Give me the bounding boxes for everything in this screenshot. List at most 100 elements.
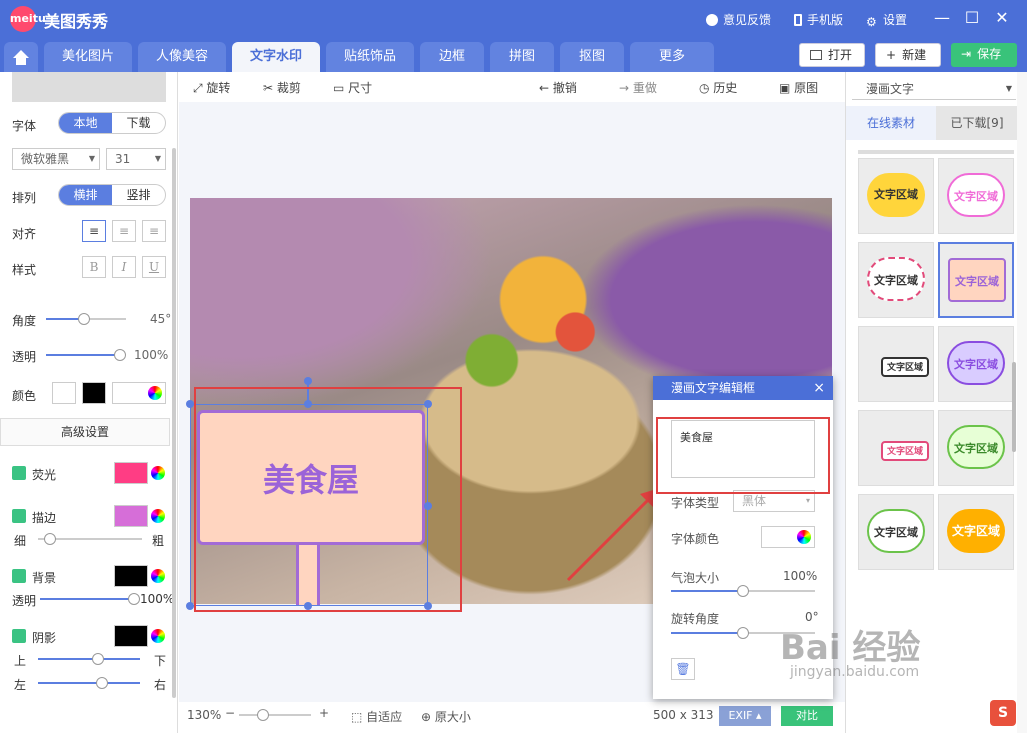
comic-bubble-thumb[interactable]: 文字区域	[858, 242, 934, 318]
settings-link[interactable]: ⚙ 设置	[866, 11, 907, 29]
home-tab[interactable]	[4, 42, 38, 72]
tab-portrait[interactable]: 人像美容	[138, 42, 226, 72]
advanced-settings-button[interactable]: 高级设置	[0, 418, 170, 446]
tab-downloaded[interactable]: 已下载[9]	[936, 106, 1018, 140]
zoom-slider[interactable]	[239, 709, 311, 721]
crop-button[interactable]: ✂ 裁剪	[263, 79, 301, 96]
history-button[interactable]: ◷ 历史	[699, 79, 737, 96]
left-panel-scrollbar[interactable]	[172, 148, 176, 698]
new-button[interactable]: + 新建	[875, 43, 941, 67]
category-select[interactable]: 漫画文字 ▼	[852, 78, 1016, 100]
minimize-icon[interactable]: —	[927, 8, 957, 27]
arrange-vertical-tab[interactable]: 竖排	[112, 185, 165, 205]
tab-stickers[interactable]: 贴纸饰品	[326, 42, 414, 72]
open-button[interactable]: 打开	[799, 43, 865, 67]
background-color-swatch[interactable]	[114, 565, 148, 587]
color-wheel-icon[interactable]	[151, 509, 165, 523]
rotate-handle[interactable]	[304, 377, 312, 385]
align-left-icon[interactable]: ≡	[82, 220, 106, 242]
trash-icon[interactable]: 🗑	[671, 658, 695, 680]
color-wheel-icon[interactable]	[151, 629, 165, 643]
comic-bubble-thumb[interactable]: 文字区域	[858, 326, 934, 402]
color-wheel-icon[interactable]	[151, 569, 165, 583]
save-button[interactable]: ⇥ 保存	[951, 43, 1017, 67]
zoom-knob[interactable]	[257, 709, 269, 721]
shadow-checkbox[interactable]	[12, 629, 26, 643]
underline-icon[interactable]: U	[142, 256, 166, 278]
tab-border[interactable]: 边框	[420, 42, 484, 72]
shadow-horizontal-slider[interactable]	[38, 677, 140, 689]
stroke-color-swatch[interactable]	[114, 505, 148, 527]
comic-bubble-thumb[interactable]: 文字区域	[938, 326, 1014, 402]
angle-slider-knob[interactable]	[77, 313, 90, 325]
resize-handle[interactable]	[186, 602, 194, 610]
zoom-out-icon[interactable]: −	[225, 706, 235, 720]
redo-button[interactable]: → 重做	[619, 79, 657, 96]
stroke-width-slider[interactable]	[38, 533, 142, 545]
arrange-horizontal-tab[interactable]: 横排	[59, 185, 112, 205]
glow-checkbox[interactable]	[12, 466, 26, 480]
shadow-vertical-slider[interactable]	[38, 653, 140, 665]
shadow-horizontal-knob[interactable]	[96, 677, 108, 689]
comic-bubble-thumb[interactable]: 文字区域	[858, 410, 934, 486]
align-right-icon[interactable]: ≡	[142, 220, 166, 242]
tray-app-icon[interactable]: S	[990, 700, 1016, 726]
tab-text-watermark[interactable]: 文字水印	[232, 42, 320, 72]
font-size-select[interactable]: 31 ▼	[106, 148, 166, 170]
color-swatch-black[interactable]	[82, 382, 106, 404]
color-picker[interactable]	[112, 382, 166, 404]
bg-opacity-slider[interactable]	[40, 593, 140, 605]
tab-collage[interactable]: 拼图	[490, 42, 554, 72]
tab-beautify[interactable]: 美化图片	[44, 42, 132, 72]
shadow-color-swatch[interactable]	[114, 625, 148, 647]
bg-opacity-knob[interactable]	[128, 593, 140, 605]
italic-icon[interactable]: I	[112, 256, 136, 278]
opacity-slider-knob[interactable]	[114, 349, 126, 361]
bubble-size-knob[interactable]	[737, 585, 749, 597]
comic-bubble-thumb[interactable]: 文字区域	[938, 494, 1014, 570]
fit-button[interactable]: ⬚ 自适应	[351, 708, 402, 725]
comic-bubble-thumb-selected[interactable]: 文字区域	[938, 242, 1014, 318]
comic-bubble-thumb[interactable]: 文字区域	[938, 158, 1014, 234]
resize-handle[interactable]	[186, 400, 194, 408]
compare-button[interactable]: 对比	[781, 706, 833, 726]
glow-color-swatch[interactable]	[114, 462, 148, 484]
tab-online-materials[interactable]: 在线素材	[846, 106, 936, 140]
bubble-size-slider[interactable]	[671, 585, 815, 597]
bold-icon[interactable]: B	[82, 256, 106, 278]
rotate-button[interactable]: ⤢ 旋转	[193, 79, 230, 96]
actual-size-button[interactable]: ⊕ 原大小	[421, 708, 471, 725]
color-wheel-icon[interactable]	[797, 530, 811, 544]
opacity-slider[interactable]	[46, 349, 126, 361]
mobile-link[interactable]: 手机版	[794, 11, 843, 28]
undo-button[interactable]: ← 撤销	[539, 79, 577, 96]
color-swatch-white[interactable]	[52, 382, 76, 404]
align-center-icon[interactable]: ≡	[112, 220, 136, 242]
color-wheel-icon[interactable]	[148, 386, 162, 400]
background-checkbox[interactable]	[12, 569, 26, 583]
font-name-select[interactable]: 微软雅黑 ▼	[12, 148, 100, 170]
close-icon[interactable]: ×	[813, 376, 825, 400]
stroke-width-knob[interactable]	[44, 533, 56, 545]
comic-bubble-thumb[interactable]: 文字区域	[858, 494, 934, 570]
angle-slider[interactable]	[46, 313, 126, 325]
original-button[interactable]: ▣ 原图	[779, 79, 818, 96]
size-button[interactable]: ▭ 尺寸	[333, 79, 372, 96]
exif-button[interactable]: EXIF ▴	[719, 706, 771, 726]
tab-more[interactable]: 更多	[630, 42, 714, 72]
feedback-link[interactable]: 意见反馈	[706, 11, 771, 28]
right-panel-scrollbar[interactable]	[1012, 362, 1016, 452]
comic-bubble-thumb[interactable]: 文字区域	[858, 158, 934, 234]
shadow-vertical-knob[interactable]	[92, 653, 104, 665]
font-color-picker[interactable]	[761, 526, 815, 548]
font-download-tab[interactable]: 下载	[112, 113, 165, 133]
close-icon[interactable]: ✕	[987, 8, 1017, 27]
rotate-angle-knob[interactable]	[737, 627, 749, 639]
tab-cutout[interactable]: 抠图	[560, 42, 624, 72]
maximize-icon[interactable]: ☐	[957, 8, 987, 27]
comic-bubble-thumb[interactable]: 文字区域	[938, 410, 1014, 486]
font-local-tab[interactable]: 本地	[59, 113, 112, 133]
zoom-in-icon[interactable]: +	[319, 706, 329, 720]
color-wheel-icon[interactable]	[151, 466, 165, 480]
stroke-checkbox[interactable]	[12, 509, 26, 523]
